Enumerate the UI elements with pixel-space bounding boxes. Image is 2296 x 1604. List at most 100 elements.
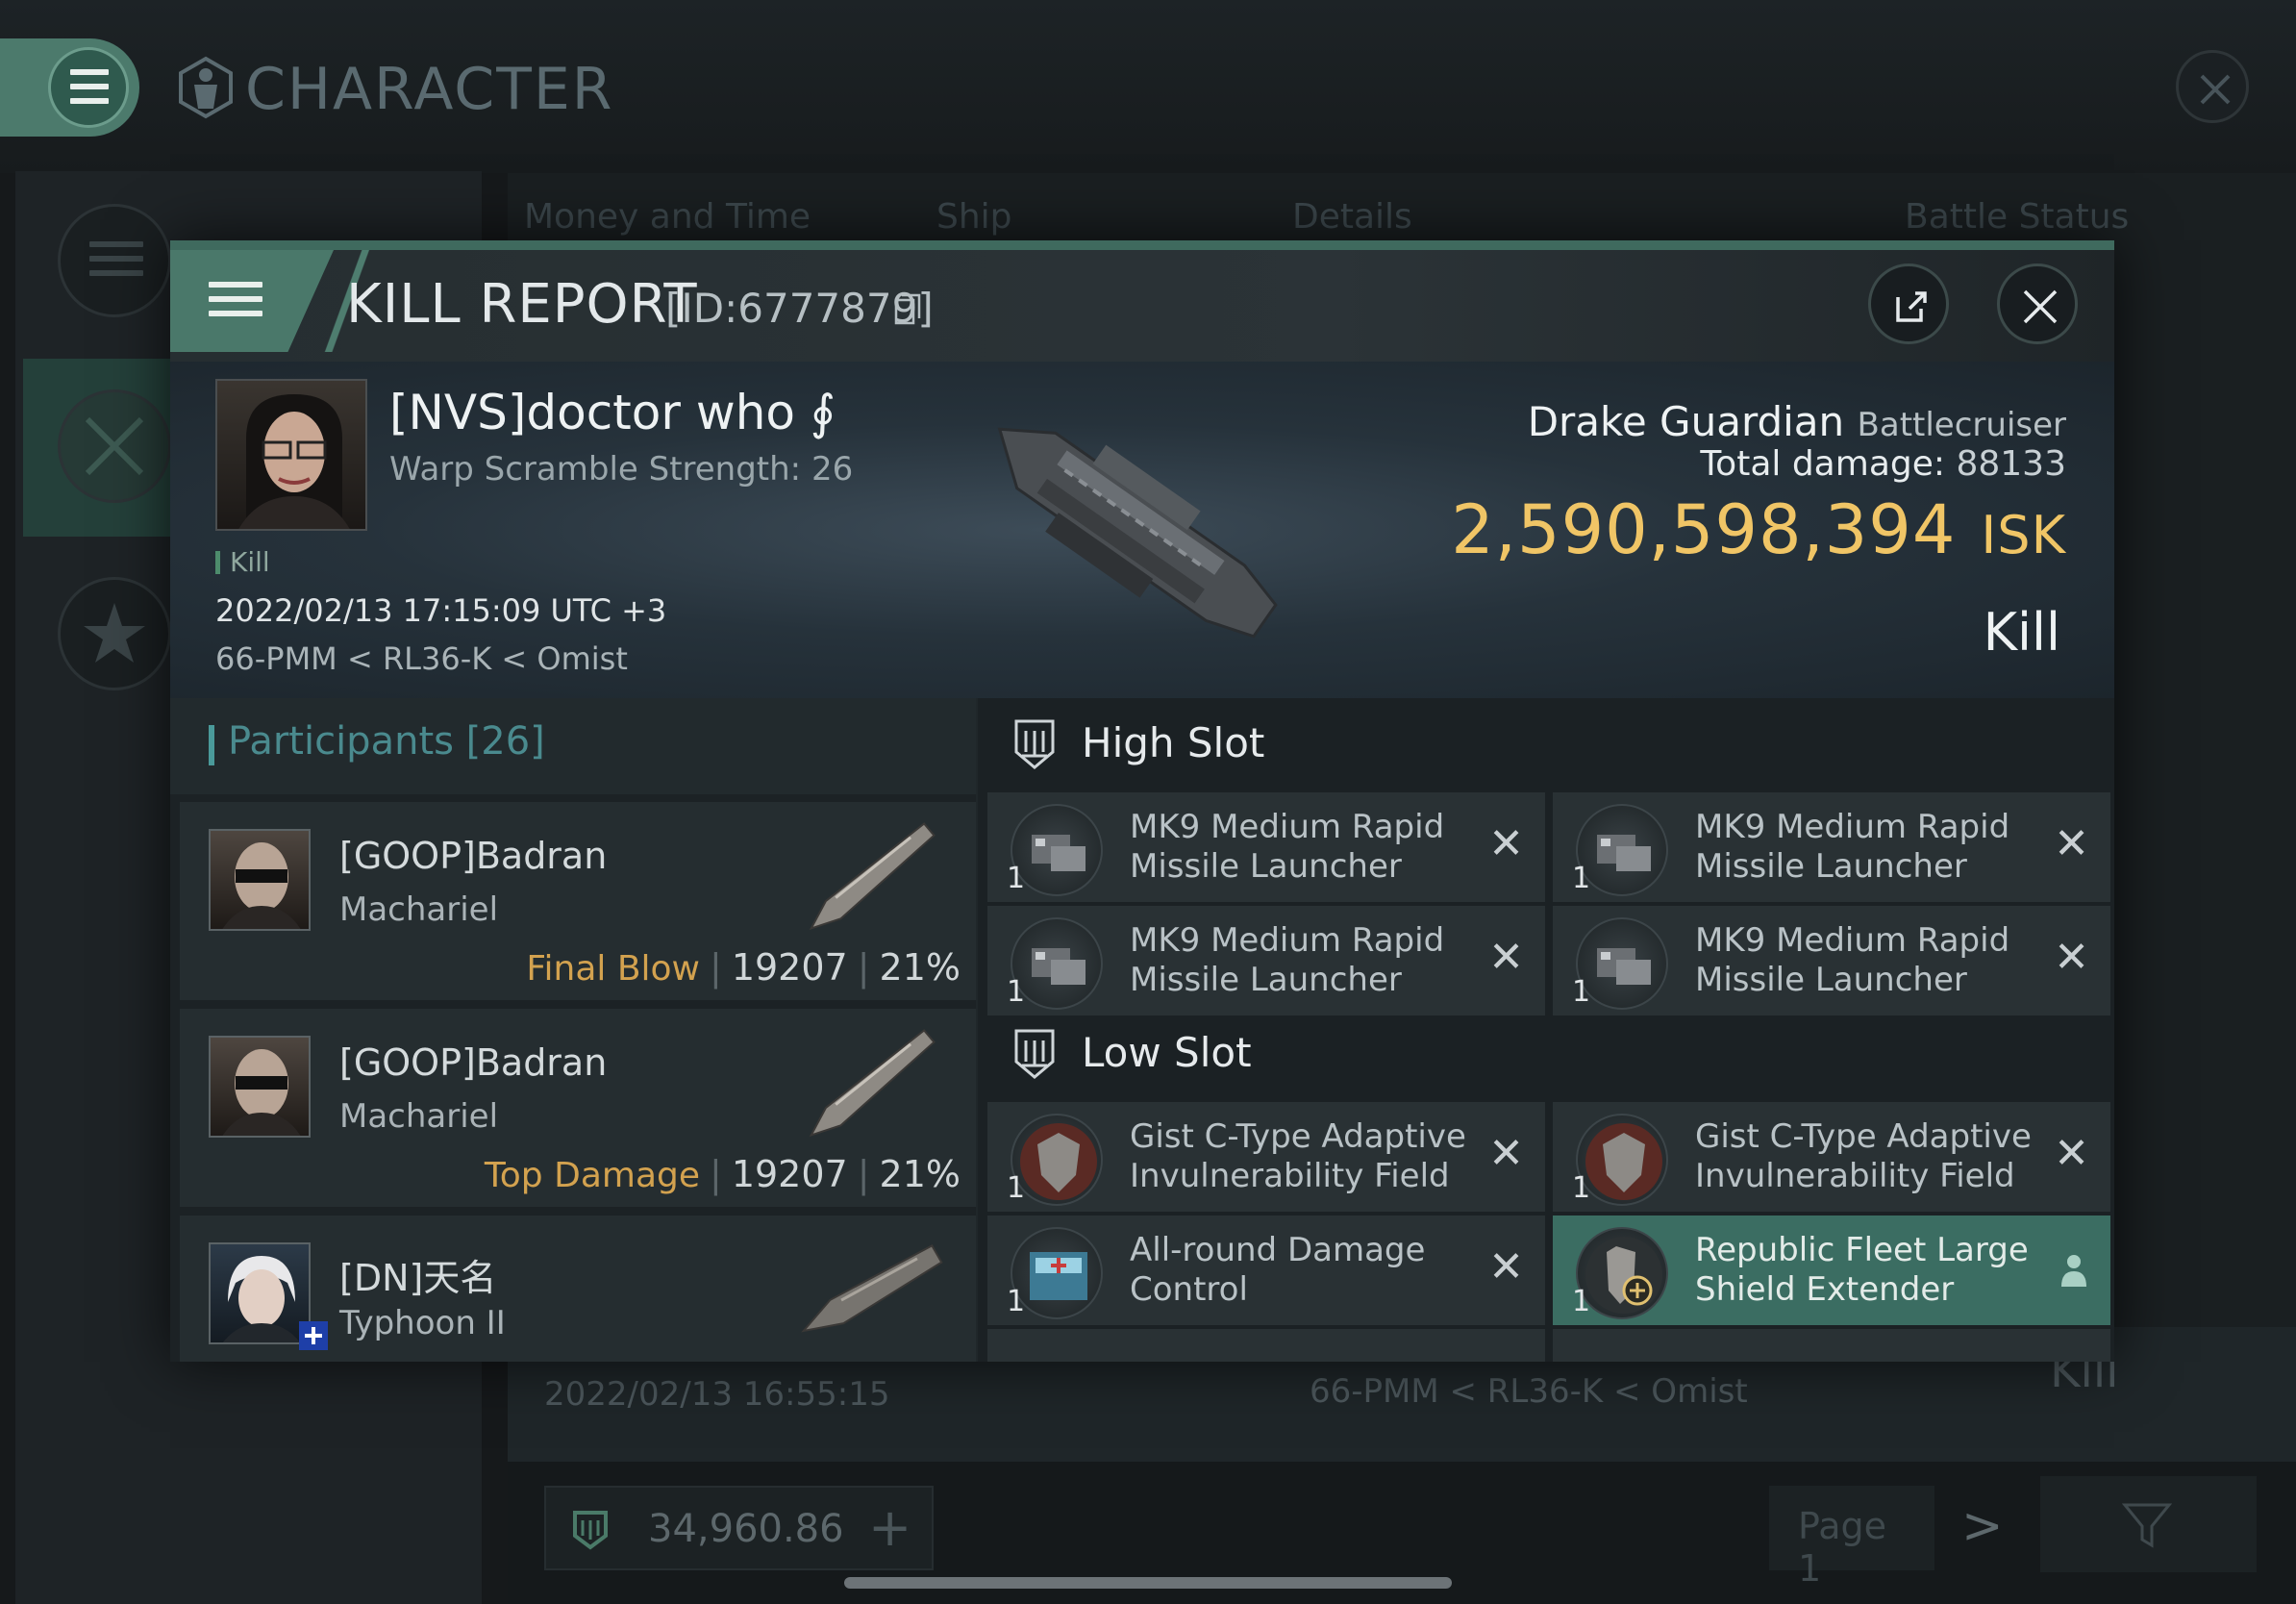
module-quantity: 1 [1007,1285,1026,1318]
destroyed-x-icon: ✕ [1488,1242,1524,1291]
module-quantity: 1 [1572,975,1591,1009]
kill-report-modal: KILL REPORT [ID:6777879] [NVS]doctor who… [170,240,2114,1362]
tab-details[interactable]: Details [1292,197,1412,237]
main-menu-button[interactable] [0,38,139,137]
destroyed-x-icon: ✕ [2054,933,2089,982]
participants-header: Participants [26] [170,698,976,794]
module-item[interactable]: 1 MK9 Medium Rapid Missile Launcher ✕ [1553,906,2110,1015]
star-icon [84,603,145,663]
row-date: 2022/02/13 16:55:15 [544,1375,890,1414]
hamburger-icon [209,282,262,316]
sidebar-item-medals[interactable] [58,577,171,690]
close-button[interactable] [1997,263,2078,344]
participant-row[interactable]: [GOOP]Badran Machariel Top Damage | 19207 |… [180,1009,976,1207]
page-indicator[interactable]: Page 1 [1769,1486,1934,1590]
module-item[interactable]: 1 All-round Damage Control ✕ [987,1216,1545,1325]
participant-damage: 19207 [731,1153,848,1195]
module-name: MK9 Medium Rapid Missile Launcher [1695,808,2010,886]
module-item-dropped[interactable]: 1 Republic Fleet Large Shield Extender [1553,1216,2110,1325]
kill-report-id: [ID:6777879] [665,285,934,332]
participant-percent: 21% [879,1153,961,1195]
high-slot-header: High Slot [978,698,2114,785]
filter-button[interactable] [2040,1476,2257,1572]
destroyed-x-icon: ✕ [2054,819,2089,868]
pilot-avatar [222,1049,301,1136]
modal-title: KILL REPORT [346,273,698,336]
module-quantity: 1 [1572,1171,1591,1205]
horizontal-scrollbar[interactable] [844,1577,1452,1589]
participant-ship: Machariel [339,1097,499,1136]
kill-datetime: 2022/02/13 17:15:09 UTC +3 [215,592,667,629]
result-label: Kill [1983,602,2060,663]
participant-name: [GOOP]Badran [339,835,608,877]
isk-unit: ISK [1981,505,2066,565]
module-name: MK9 Medium Rapid Missile Launcher [1130,921,1445,999]
participant-ship-image [809,822,936,931]
copy-icon[interactable] [894,292,921,325]
destroyed-x-icon: ✕ [1488,933,1524,982]
hamburger-icon [70,69,109,104]
module-item[interactable]: 1 MK9 Medium Rapid Missile Launcher ✕ [1553,792,2110,902]
high-slot-title: High Slot [1082,719,1265,766]
add-isk-button[interactable]: + [868,1497,911,1558]
pilot-avatar [222,842,301,929]
victim-pilot-name[interactable]: [NVS]doctor who ∮ [389,385,836,440]
module-quantity: 1 [1007,975,1026,1009]
victim-ship-image[interactable] [930,375,1324,673]
destroyed-x-icon: ✕ [2054,1129,2089,1178]
tab-battle-status[interactable]: Battle Status [1905,197,2129,237]
module-item-partial[interactable] [1553,1329,2110,1362]
destroyed-x-icon: ✕ [1488,819,1524,868]
character-icon [179,56,233,119]
modal-accent-line [170,240,2114,250]
share-button[interactable] [1868,263,1949,344]
victim-portrait[interactable] [215,379,367,531]
total-damage-value: 88133 [1956,444,2066,484]
ship-class: Battlecruiser [1857,406,2066,444]
module-item[interactable]: 1 MK9 Medium Rapid Missile Launcher ✕ [987,906,1545,1015]
pilot-avatar [238,394,350,529]
participant-stats: Final Blow | 19207 | 21% [526,946,961,989]
victim-ship-name[interactable]: Drake Guardian Battlecruiser [1528,398,2066,445]
header-accent-bar [209,725,214,765]
participant-row[interactable]: [DN]天名 Typhoon II [180,1216,976,1362]
final-blow-label: Final Blow [526,949,701,989]
kill-location: 66-PMM < RL36-K < Omist [215,640,628,677]
tab-money-and-time[interactable]: Money and Time [524,197,811,237]
module-item[interactable]: 1 Gist C-Type Adaptive Invulnerability F… [1553,1102,2110,1212]
module-item[interactable]: 1 Gist C-Type Adaptive Invulnerability F… [987,1102,1545,1212]
isk-icon [573,1511,608,1550]
close-icon [2023,289,2058,324]
isk-amount: 2,590,598,394 [1451,490,1957,569]
participant-avatar [209,1036,311,1138]
participant-avatar [209,829,311,931]
plus-badge-icon [299,1321,328,1350]
module-item[interactable]: 1 MK9 Medium Rapid Missile Launcher ✕ [987,792,1545,902]
page-title: CHARACTER [245,56,614,123]
tab-ship[interactable]: Ship [936,197,1012,237]
participant-row[interactable]: [GOOP]Badran Machariel Final Blow | 19207 |… [180,802,976,1000]
isk-value: 2,590,598,394 ISK [1451,490,2066,569]
participants-panel: Participants [26] [GOOP]Badran Machariel… [170,698,976,1362]
next-page-icon[interactable]: > [1961,1497,2004,1555]
module-name: Gist C-Type Adaptive Invulnerability Fie… [1130,1117,1466,1195]
module-item-partial[interactable] [987,1329,1545,1362]
victim-banner: [NVS]doctor who ∮ Warp Scramble Strength… [170,362,2114,698]
share-icon [1896,291,1927,322]
wallet-balance: 34,960.86 + [544,1486,934,1570]
module-name: Gist C-Type Adaptive Invulnerability Fie… [1695,1117,2032,1195]
total-damage-label: Total damage: [1700,444,1946,484]
participant-ship: Machariel [339,890,499,929]
participants-title: Participants [26] [228,719,545,764]
module-name: MK9 Medium Rapid Missile Launcher [1130,808,1445,886]
module-name: MK9 Medium Rapid Missile Launcher [1695,921,2010,999]
participant-ship-image [801,1244,943,1333]
participant-name: [GOOP]Badran [339,1041,608,1084]
sidebar-menu-button[interactable] [58,204,171,317]
high-slot-icon [1014,719,1055,769]
filter-icon [2121,1503,2173,1548]
sidebar-item-combat[interactable] [58,389,171,503]
destroyed-x-icon: ✕ [1488,1129,1524,1178]
close-window-button[interactable] [2176,50,2249,123]
participant-stats: Top Damage | 19207 | 21% [484,1153,961,1195]
